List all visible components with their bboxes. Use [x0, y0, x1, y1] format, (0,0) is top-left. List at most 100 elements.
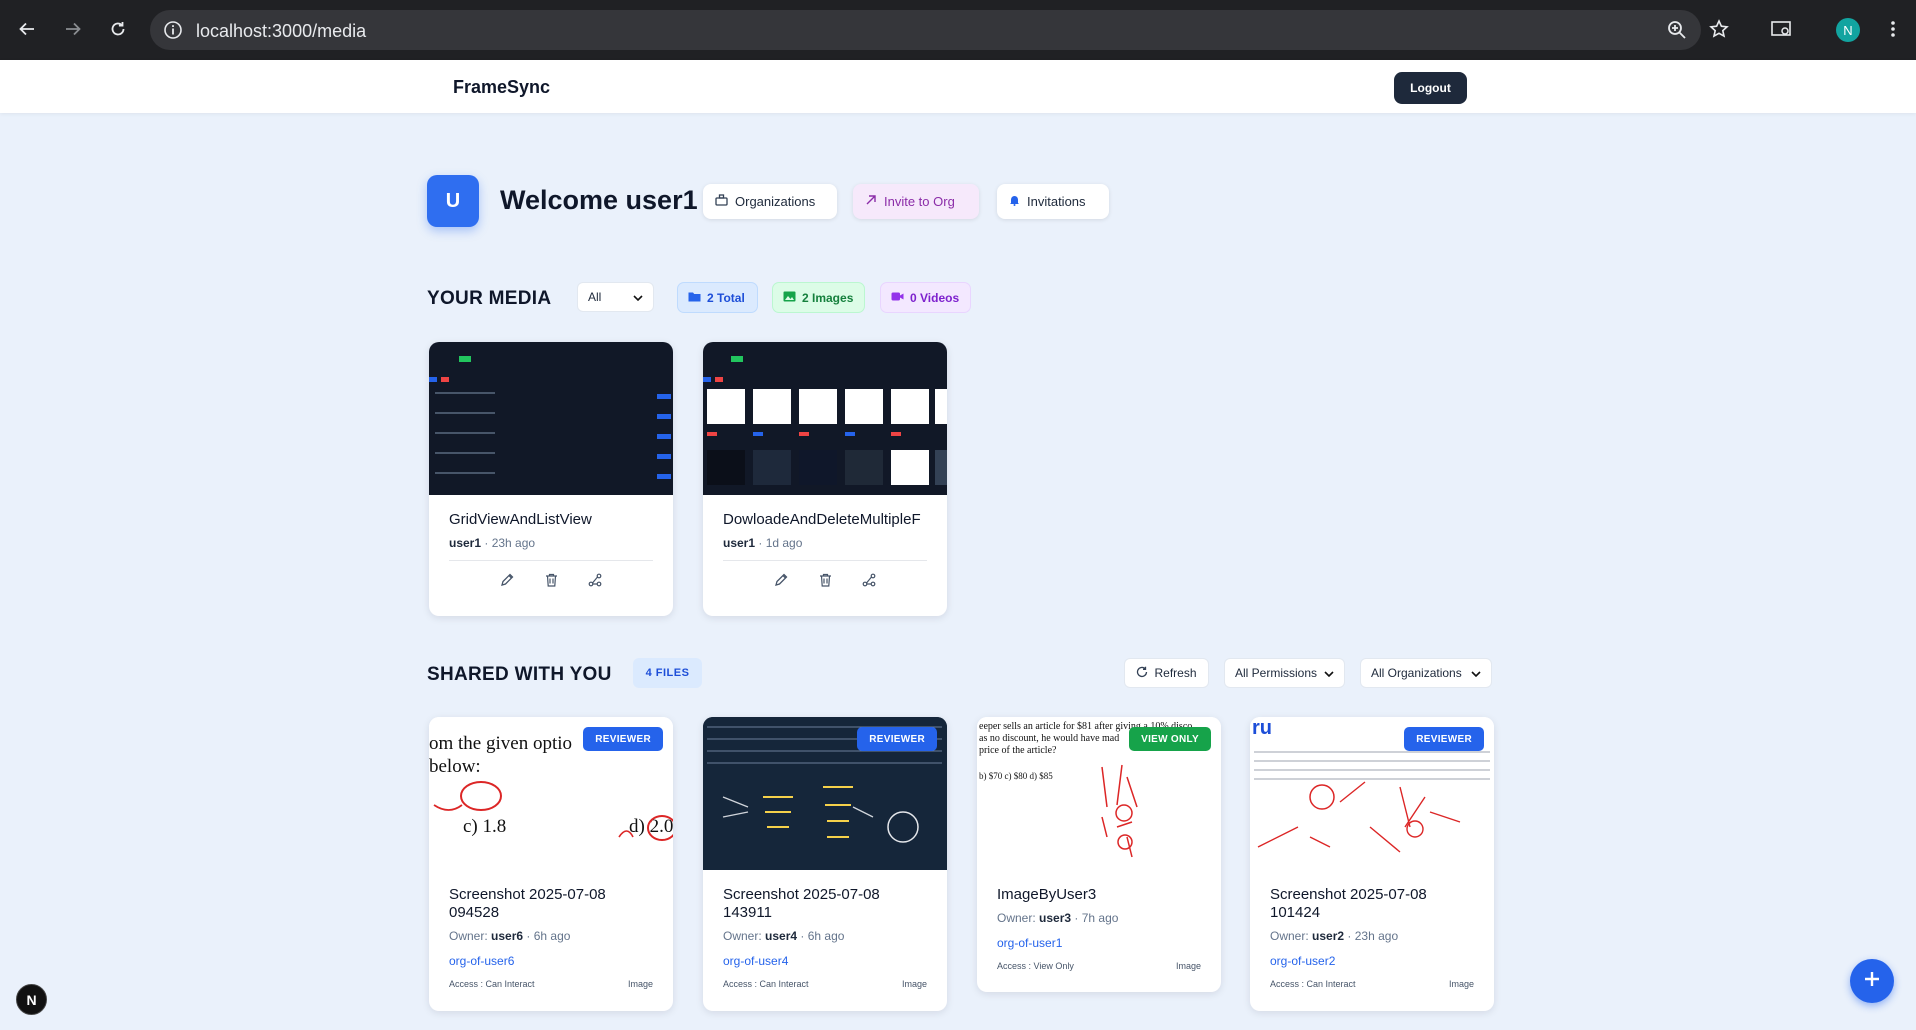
menu-dots-icon[interactable]	[1878, 14, 1908, 44]
user-avatar: U	[427, 175, 479, 227]
refresh-button[interactable]: Refresh	[1124, 658, 1209, 688]
videos-count-label: 0 Videos	[910, 290, 960, 305]
owner-label: Owner:	[723, 929, 762, 943]
media-title: Screenshot 2025-07-08	[449, 886, 606, 903]
invitations-label: Invitations	[1027, 194, 1086, 209]
trash-icon[interactable]	[542, 571, 560, 589]
media-thumbnail[interactable]: eeper sells an article for $81 after giv…	[977, 717, 1221, 870]
invite-to-org-button[interactable]: Invite to Org	[853, 184, 979, 219]
reload-icon[interactable]	[103, 14, 133, 44]
media-card[interactable]: DowloadeAndDeleteMultipleF user1 · 1d ag…	[703, 342, 947, 616]
url-text[interactable]: localhost:3000/media	[196, 21, 366, 42]
media-type: Image	[627, 979, 653, 989]
organizations-filter-select[interactable]: All Organizations	[1360, 658, 1492, 688]
access-label: Access : Can Interact	[1270, 979, 1356, 989]
site-info-icon[interactable]	[163, 20, 183, 45]
refresh-icon	[1136, 666, 1148, 681]
refresh-label: Refresh	[1154, 666, 1197, 680]
images-count-label: 2 Images	[802, 290, 854, 305]
media-thumbnail[interactable]: om the given optio below: c) 1.8 d) 2.0 …	[429, 717, 673, 870]
media-title-line2: 094528	[449, 904, 500, 921]
media-time: · 6h ago	[526, 929, 571, 943]
access-label: Access : View Only	[997, 961, 1074, 971]
chevron-down-icon	[1471, 666, 1481, 680]
total-count-badge: 2 Total	[677, 282, 758, 313]
bell-icon	[1009, 194, 1020, 209]
folder-icon	[688, 291, 701, 305]
bookmark-star-icon[interactable]	[1704, 14, 1734, 44]
org-link[interactable]: org-of-user4	[723, 954, 927, 968]
chevron-down-icon	[633, 290, 643, 304]
shared-title: SHARED WITH YOU	[427, 664, 612, 685]
share-icon[interactable]	[586, 571, 604, 589]
organizations-icon	[715, 194, 728, 209]
organizations-button[interactable]: Organizations	[703, 184, 837, 219]
media-card[interactable]: GridViewAndListView user1 · 23h ago	[429, 342, 673, 616]
permission-badge: REVIEWER	[1404, 727, 1484, 751]
zoom-icon[interactable]	[1665, 20, 1689, 40]
owner-label: Owner:	[997, 911, 1036, 925]
owner-label: Owner:	[1270, 929, 1309, 943]
access-label: Access : Can Interact	[723, 979, 809, 989]
media-title-line2: 101424	[1270, 904, 1321, 921]
media-title-line2: 143911	[723, 904, 772, 921]
media-time: · 6h ago	[800, 929, 845, 943]
media-thumbnail[interactable]	[429, 342, 673, 495]
your-media-title: YOUR MEDIA	[427, 288, 552, 309]
org-link[interactable]: org-of-user6	[449, 954, 653, 968]
forward-arrow-icon[interactable]	[58, 14, 88, 44]
media-owner: user6	[491, 929, 524, 943]
permissions-filter-select[interactable]: All Permissions	[1224, 658, 1345, 688]
cast-icon[interactable]	[1766, 14, 1796, 44]
media-owner: user4	[765, 929, 798, 943]
brand-logo[interactable]: FrameSync	[453, 77, 550, 98]
edit-icon[interactable]	[772, 571, 790, 589]
media-owner: user2	[1312, 929, 1345, 943]
video-icon	[891, 291, 904, 305]
media-title: Screenshot 2025-07-08	[1270, 886, 1427, 903]
media-filter-value: All	[588, 290, 602, 304]
media-thumbnail[interactable]	[703, 342, 947, 495]
access-label: Access : Can Interact	[449, 979, 535, 989]
media-time: · 7h ago	[1074, 911, 1119, 925]
media-filter-select[interactable]: All	[577, 282, 654, 312]
profile-avatar[interactable]: N	[1836, 18, 1860, 42]
logout-button[interactable]: Logout	[1394, 72, 1467, 104]
browser-toolbar: localhost:3000/media N	[0, 0, 1916, 60]
media-title: DowloadeAndDeleteMultipleF	[723, 511, 921, 528]
organizations-label: Organizations	[735, 194, 816, 209]
media-owner: user1	[449, 536, 482, 550]
media-time: · 23h ago	[484, 536, 536, 550]
plus-icon	[1863, 970, 1881, 993]
shared-card[interactable]: ru REVIEWER Screenshot 2025-07-08 101424…	[1250, 717, 1494, 1011]
dev-tools-indicator[interactable]: N	[16, 984, 47, 1015]
media-type: Image	[1448, 979, 1474, 989]
org-link[interactable]: org-of-user1	[997, 936, 1201, 950]
org-link[interactable]: org-of-user2	[1270, 954, 1474, 968]
chevron-down-icon	[1324, 666, 1334, 680]
back-arrow-icon[interactable]	[12, 14, 42, 44]
total-count-label: 2 Total	[707, 290, 745, 305]
address-bar[interactable]: localhost:3000/media	[150, 10, 1701, 50]
media-type: Image	[1175, 961, 1201, 971]
media-time: · 1d ago	[758, 536, 803, 550]
media-title: ImageByUser3	[997, 886, 1097, 903]
share-icon[interactable]	[860, 571, 878, 589]
invite-icon	[865, 194, 877, 209]
owner-label: Owner:	[449, 929, 488, 943]
invite-label: Invite to Org	[884, 194, 955, 209]
trash-icon[interactable]	[816, 571, 834, 589]
shared-card[interactable]: om the given optio below: c) 1.8 d) 2.0 …	[429, 717, 673, 1011]
edit-icon[interactable]	[498, 571, 516, 589]
media-thumbnail[interactable]: REVIEWER	[703, 717, 947, 870]
media-owner: user3	[1039, 911, 1072, 925]
shared-card[interactable]: REVIEWER Screenshot 2025-07-08 143911 Ow…	[703, 717, 947, 1011]
media-time: · 23h ago	[1347, 929, 1399, 943]
media-thumbnail[interactable]: ru REVIEWER	[1250, 717, 1494, 870]
invitations-button[interactable]: Invitations	[997, 184, 1109, 219]
page-title: Welcome user1	[500, 185, 698, 215]
image-icon	[783, 291, 796, 305]
shared-card[interactable]: eeper sells an article for $81 after giv…	[977, 717, 1221, 992]
add-media-button[interactable]	[1850, 959, 1894, 1003]
permission-badge: REVIEWER	[583, 727, 663, 751]
